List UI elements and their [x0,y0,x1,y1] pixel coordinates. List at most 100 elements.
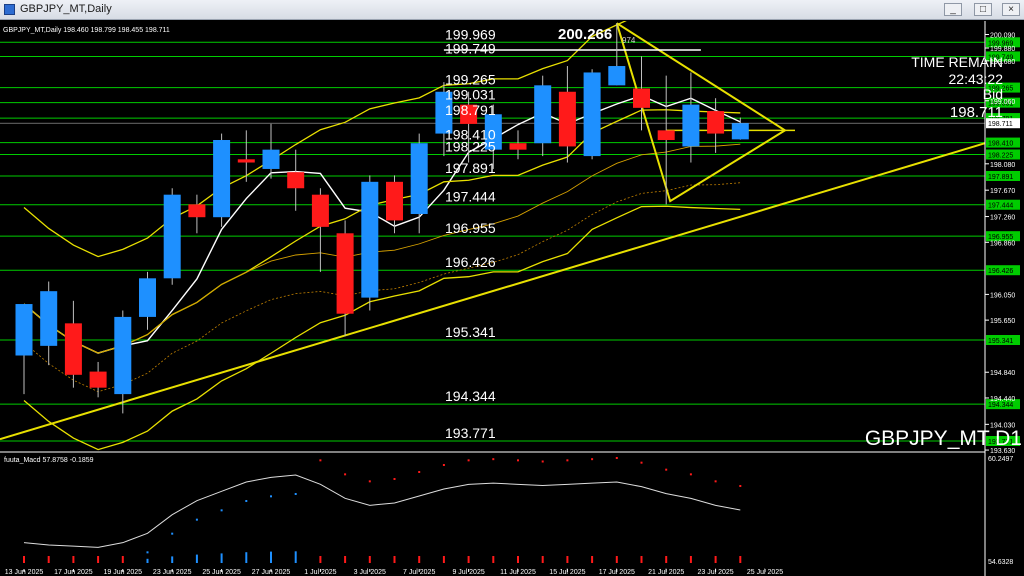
candle-body[interactable] [15,304,33,356]
x-axis-tick-label: 17 Jul 2025 [599,569,635,576]
level-price-tag-text: 198.225 [988,152,1013,159]
candle-body[interactable] [608,66,626,86]
chart-window: GBPJPY_MT,Daily _ □ × GBPJPY_MT,Daily 19… [0,0,1024,576]
candle-body[interactable] [287,172,305,189]
level-label: 196.426 [445,254,496,270]
y-axis-tick-label: 196.860 [990,240,1015,247]
candle-body[interactable] [731,123,749,140]
macd-signal-dot [442,464,445,466]
macd-signal-dot [615,457,618,459]
level-price-tag-text: 197.444 [988,203,1013,210]
y-axis-tick-label: 196.050 [990,292,1015,299]
macd-line [23,474,741,548]
macd-signal-dot [270,495,272,498]
candle-body[interactable] [139,278,156,317]
ma-mid-line [23,109,741,354]
x-axis-tick-label: 25 Jul 2025 [747,569,783,576]
candle-body[interactable] [89,371,107,388]
candle-body[interactable] [213,140,231,218]
x-axis-tick-label: 15 Jul 2025 [549,569,585,576]
macd-signal-dot [492,458,495,461]
candle-body[interactable] [509,143,527,150]
price-chart[interactable]: GBPJPY_MT,Daily 198.460 198.799 198.455 … [0,21,1024,576]
bid-label: Bid [983,86,1003,102]
level-label: 198.225 [445,138,496,154]
ma-dotted-line [23,182,741,393]
macd-signal-dot [344,473,347,476]
high-marker: 200.266 [558,26,612,43]
level-price-tag-text: 198.410 [988,141,1013,148]
macd-signal-dot [393,478,396,480]
macd-label: fuuta_Macd 57.8758 -0.1859 [4,457,94,464]
candle-body[interactable] [311,194,329,227]
macd-signal-dot [220,509,223,512]
macd-signal-dot [714,480,717,483]
macd-signal-dot [467,459,470,462]
level-label: 198.791 [445,102,496,118]
level-label: 193.771 [445,425,496,441]
candle-body[interactable] [558,91,576,147]
level-label: 194.344 [445,388,496,404]
level-label: 196.955 [445,220,496,236]
level-label: 197.891 [445,160,496,176]
level-price-tag-text: 194.344 [988,402,1013,409]
candle-body[interactable] [682,104,700,147]
candle-body[interactable] [114,316,132,395]
x-axis-tick-label: 9 Jul 2025 [452,569,484,576]
y-axis-tick-label: 194.440 [990,396,1015,403]
level-price-tag-text: 196.426 [988,268,1013,275]
symbol-watermark: GBPJPY_MT D1 [865,427,1022,450]
chart-window-icon [4,4,15,15]
candle-body[interactable] [40,291,58,346]
y-axis-tick-label: 195.650 [990,318,1015,325]
candle-body[interactable] [64,323,82,375]
candle-body[interactable] [262,149,280,169]
window-titlebar[interactable]: GBPJPY_MT,Daily _ □ × [0,0,1024,20]
time-remain-value: 22:43:22 [949,71,1004,87]
minimize-button[interactable]: _ [944,3,962,16]
candle-body[interactable] [410,143,428,214]
candle-body[interactable] [707,111,725,134]
macd-signal-dot [195,518,198,521]
candle-body[interactable] [386,181,403,221]
maximize-button[interactable]: □ [974,3,992,16]
x-axis-tick-label: 1 Jul 2025 [304,569,336,576]
macd-scale-top: 60.2497 [988,456,1013,463]
macd-signal-dot [171,532,174,535]
y-axis-tick-label: 198.080 [990,162,1015,169]
level-label: 199.031 [445,87,496,103]
candle-body[interactable] [188,204,206,218]
ma-fast-line [23,94,741,354]
chart-header: GBPJPY_MT,Daily 198.460 198.799 198.455 … [3,27,170,34]
macd-signal-dot [146,551,149,554]
candle-body[interactable] [163,194,181,279]
window-title: GBPJPY_MT,Daily [20,3,112,15]
macd-signal-dot [689,473,692,476]
close-button[interactable]: × [1002,3,1020,16]
candle-body[interactable] [237,159,255,163]
bid-value: 198.711 [950,104,1003,121]
candle-body[interactable] [534,85,552,144]
candle-body[interactable] [336,233,354,314]
candle-body[interactable] [361,181,379,298]
y-axis-tick-label: 200.090 [990,33,1015,40]
macd-scale-bottom: 54.6328 [988,559,1013,566]
macd-signal-dot [566,459,569,462]
macd-signal-dot [541,460,544,463]
candle-body[interactable] [657,130,675,141]
macd-signal-dot [591,458,594,461]
macd-signal-dot [517,459,519,462]
x-axis-tick-label: 21 Jul 2025 [648,569,684,576]
bid-price-tag-text: 198.711 [988,121,1013,128]
macd-signal-dot [245,500,248,502]
level-price-tag-text: 195.341 [988,338,1013,345]
x-axis-tick-label: 19 Jun 2025 [104,569,143,576]
x-axis-tick-label: 11 Jul 2025 [500,569,536,576]
macd-signal-dot [418,471,421,473]
candle-body[interactable] [633,88,650,108]
high-small-marker: 974 [622,36,636,45]
x-axis-tick-label: 25 Jun 2025 [202,569,241,576]
x-axis-tick-label: 7 Jul 2025 [403,569,435,576]
x-axis-tick-label: 13 Jun 2025 [5,569,44,576]
candle-body[interactable] [583,72,601,157]
